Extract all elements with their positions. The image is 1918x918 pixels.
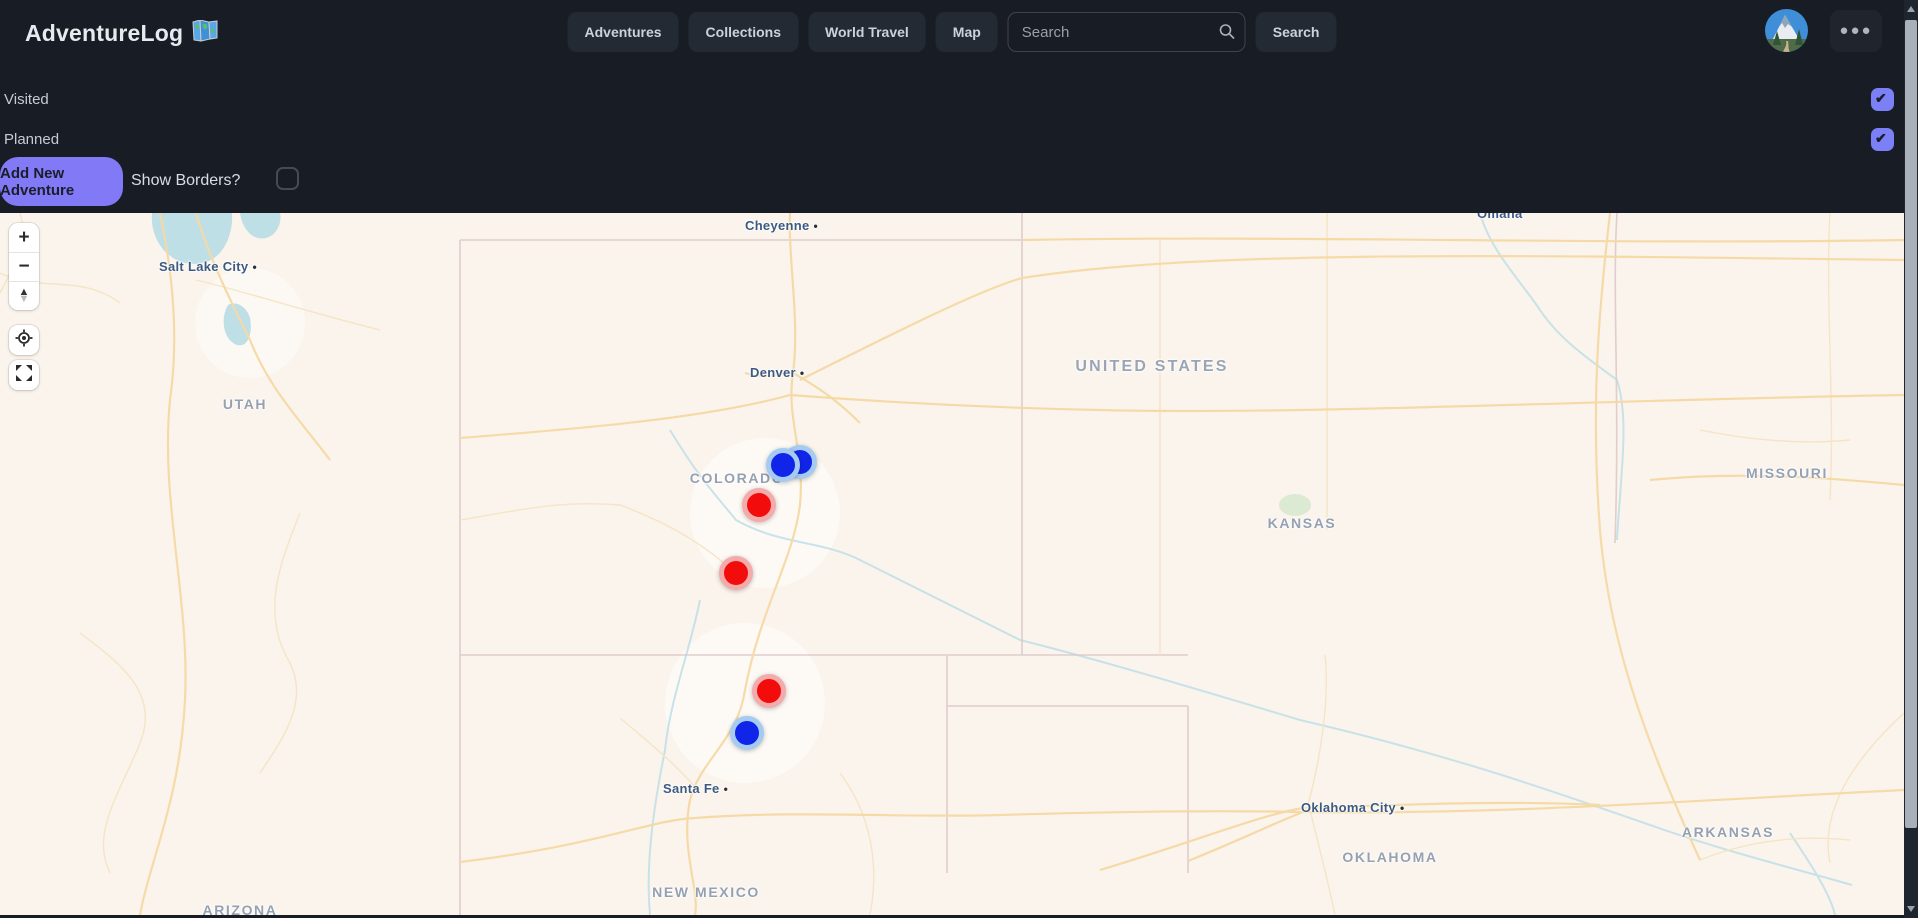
app-logo[interactable]: AdventureLog <box>25 20 218 47</box>
scrollbar-thumb[interactable] <box>1905 20 1917 828</box>
navbar-right: ●●● <box>1765 9 1882 52</box>
navbar: AdventureLog Adventures Collections Worl… <box>0 0 1904 76</box>
state-label: UTAH <box>223 396 267 412</box>
search-input[interactable] <box>1008 12 1246 52</box>
search-icon <box>1219 23 1236 45</box>
visited-adventure-marker[interactable] <box>742 488 776 522</box>
page-scrollbar[interactable] <box>1904 0 1918 918</box>
add-new-adventure-button[interactable]: Add New Adventure <box>0 157 123 206</box>
scroll-up-icon[interactable] <box>1907 6 1915 12</box>
state-label: KANSAS <box>1268 515 1337 531</box>
planned-adventure-marker[interactable] <box>730 716 764 750</box>
world-map-emoji-icon <box>192 20 218 47</box>
nav-world-travel[interactable]: World Travel <box>808 12 926 52</box>
city-dot: • <box>724 782 729 796</box>
city-label: Omaha <box>1477 213 1523 221</box>
fullscreen-icon <box>15 364 33 387</box>
planned-adventure-marker[interactable] <box>766 448 800 482</box>
geolocate-icon <box>15 329 33 352</box>
show-borders-label: Show Borders? <box>131 172 240 190</box>
zoom-in-button[interactable]: + <box>9 223 39 252</box>
visited-adventure-marker[interactable] <box>719 556 753 590</box>
visited-adventure-marker[interactable] <box>752 674 786 708</box>
city-dot: • <box>1400 801 1405 815</box>
city-dot: • <box>814 219 819 233</box>
state-label: NEW MEXICO <box>652 884 760 900</box>
ellipsis-icon: ●●● <box>1839 22 1872 39</box>
geolocate-button[interactable] <box>9 325 39 355</box>
avatar[interactable] <box>1765 9 1808 52</box>
city-label: Oklahoma City• <box>1301 800 1404 815</box>
state-label: ARKANSAS <box>1682 824 1774 840</box>
map-base-tiles <box>0 213 1904 915</box>
nav-adventures[interactable]: Adventures <box>568 12 679 52</box>
nav-collections[interactable]: Collections <box>689 12 798 52</box>
show-borders-checkbox[interactable] <box>276 167 299 190</box>
city-label: Cheyenne• <box>745 218 818 233</box>
city-label: Salt Lake City• <box>159 259 257 274</box>
country-label: UNITED STATES <box>1075 358 1228 376</box>
city-dot: • <box>800 366 805 380</box>
planned-label: Planned <box>4 131 59 148</box>
map-zoom-controls: + − ▲ ▼ <box>9 223 39 310</box>
state-label: OKLAHOMA <box>1342 849 1437 865</box>
visited-checkbox[interactable] <box>1871 88 1894 111</box>
search-field-wrap <box>1008 12 1246 52</box>
zoom-out-button[interactable]: − <box>9 252 39 281</box>
adventurelog-app: AdventureLog Adventures Collections Worl… <box>0 0 1918 918</box>
state-label: ARIZONA <box>203 902 278 915</box>
city-label: Santa Fe• <box>663 781 728 796</box>
scroll-down-icon[interactable] <box>1907 906 1915 912</box>
compass-button[interactable]: ▲ ▼ <box>9 281 39 310</box>
more-options-button[interactable]: ●●● <box>1830 10 1882 52</box>
compass-icon: ▲ ▼ <box>19 289 30 303</box>
city-label: Denver• <box>750 365 804 380</box>
map-canvas[interactable]: Salt Lake City• Cheyenne• Denver• Santa Fe•… <box>0 213 1904 915</box>
fullscreen-button[interactable] <box>9 360 39 390</box>
search-button[interactable]: Search <box>1256 12 1337 52</box>
primary-nav: Adventures Collections World Travel Map … <box>568 12 1337 52</box>
nav-map[interactable]: Map <box>936 12 998 52</box>
planned-checkbox[interactable] <box>1871 128 1894 151</box>
visited-label: Visited <box>4 91 49 108</box>
city-dot: • <box>252 260 257 274</box>
app-title: AdventureLog <box>25 20 183 47</box>
state-label: MISSOURI <box>1746 465 1828 481</box>
